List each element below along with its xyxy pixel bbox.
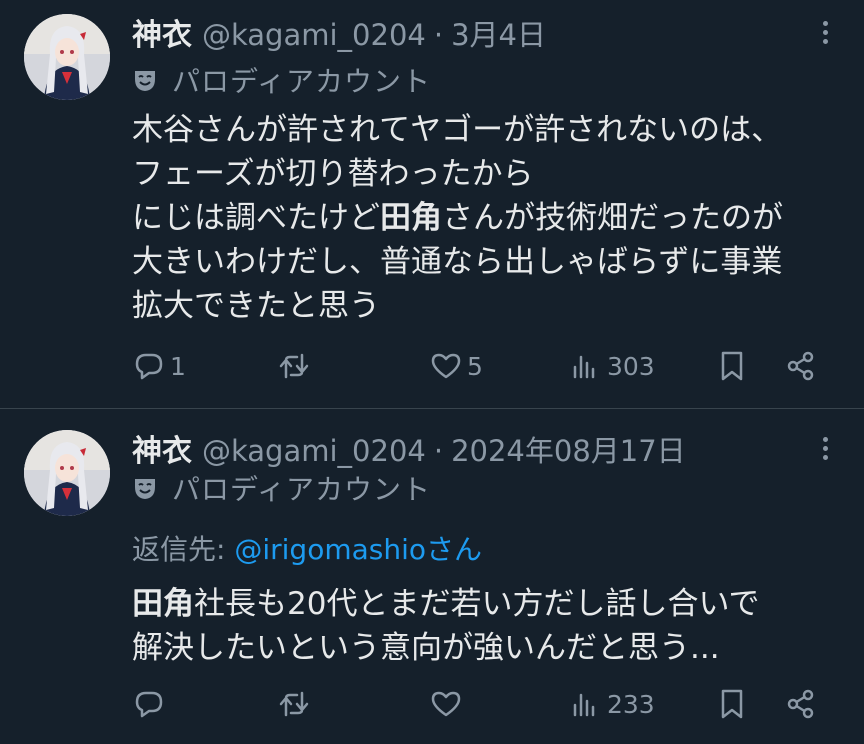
views-icon [573, 693, 595, 717]
share-button[interactable] [784, 684, 818, 724]
tweet[interactable]: 神衣 @kagami_0204 · 3月4日 パロディアカウント 木谷さんが許さ… [0, 0, 864, 408]
like-button[interactable]: 5 [429, 346, 483, 386]
reply-button[interactable] [132, 684, 170, 724]
retweet-icon [279, 691, 309, 717]
tweet-text-line: にじは調べたけど田角さんが技術畑だったのが [132, 196, 847, 240]
parody-mask-icon [135, 479, 155, 499]
tweet-text: 木谷さんが許されてヤゴーが許されないのは、 フェーズが切り替わったから にじは調べた… [132, 108, 847, 328]
reply-icon [135, 353, 163, 380]
views-button[interactable]: 303 [569, 346, 655, 386]
text-segment: 木谷さんが許されてヤゴーが許されないのは、 [132, 112, 783, 148]
mention-suffix[interactable]: さん [426, 533, 482, 566]
heart-icon [431, 691, 461, 717]
tweet[interactable]: 神衣 @kagami_0204 · 2024年08月17日 パロディアカウント … [0, 410, 864, 744]
reply-prefix: 返信先: [132, 533, 235, 566]
views-icon [573, 355, 595, 379]
bold-text: 田角 [132, 586, 194, 622]
text-segment: 解決したいという意向が強いんだと思う... [132, 630, 720, 666]
bookmark-icon [721, 689, 743, 719]
tweet-text-line: 解決したいという意向が強いんだと思う... [132, 626, 847, 670]
share-icon [787, 351, 814, 381]
display-name[interactable]: 神衣 [132, 10, 192, 54]
parody-mask-icon [135, 71, 155, 91]
text-segment: さんが技術畑だったのが [442, 200, 783, 236]
tweet-text-line: フェーズが切り替わったから [132, 152, 847, 196]
text-segment: フェーズが切り替わったから [132, 156, 534, 192]
user-handle[interactable]: @kagami_0204 [202, 434, 426, 468]
bookmark-icon [721, 351, 743, 381]
retweet-button[interactable] [277, 684, 315, 724]
views-button[interactable]: 233 [569, 684, 655, 724]
text-segment: にじは調べたけど [132, 200, 380, 236]
divider [0, 408, 864, 409]
tweet-date[interactable]: 2024年08月17日 [451, 428, 686, 470]
parody-text: パロディアカウント [172, 473, 432, 506]
parody-label: パロディアカウント [132, 468, 431, 508]
text-segment: 大きいわけだし、普通なら出しゃばらずに事業 [132, 244, 783, 280]
like-count: 5 [467, 351, 483, 381]
share-button[interactable] [784, 346, 818, 386]
separator-dot: · [433, 434, 444, 468]
views-count: 233 [607, 689, 655, 719]
reply-button[interactable]: 1 [132, 346, 186, 386]
more-icon[interactable] [820, 434, 830, 464]
tweet-text-line: 拡大できたと思う [132, 284, 847, 328]
parody-label: パロディアカウント [132, 60, 431, 100]
heart-icon [431, 353, 461, 379]
views-count: 303 [607, 351, 655, 381]
mention-link[interactable]: @irigomashio [234, 533, 426, 566]
display-name[interactable]: 神衣 [132, 426, 192, 470]
tweet-text-line: 大きいわけだし、普通なら出しゃばらずに事業 [132, 240, 847, 284]
bookmark-button[interactable] [715, 684, 749, 724]
reply-icon [135, 691, 163, 718]
tweet-text-line: 田角社長も20代とまだ若い方だし話し合いで [132, 582, 847, 626]
text-segment: 拡大できたと思う [132, 288, 380, 324]
action-bar: 1 5 303 [132, 346, 832, 386]
retweet-icon [279, 353, 309, 379]
user-handle[interactable]: @kagami_0204 [202, 18, 426, 52]
reply-count: 1 [170, 351, 186, 381]
more-icon[interactable] [820, 18, 830, 48]
tweet-date[interactable]: 3月4日 [451, 12, 546, 54]
reply-to: 返信先: @irigomashioさん [132, 528, 482, 568]
tweet-text: 田角社長も20代とまだ若い方だし話し合いで解決したいという意向が強いんだと思う.… [132, 582, 847, 670]
separator-dot: · [433, 18, 444, 52]
like-button[interactable] [429, 684, 467, 724]
retweet-button[interactable] [277, 346, 315, 386]
parody-text: パロディアカウント [172, 65, 432, 98]
action-bar: 233 [132, 684, 832, 724]
share-icon [787, 689, 814, 719]
bookmark-button[interactable] [715, 346, 749, 386]
text-segment: 社長も20代とまだ若い方だし話し合いで [194, 586, 760, 622]
avatar[interactable] [24, 430, 110, 516]
avatar[interactable] [24, 14, 110, 100]
bold-text: 田角 [380, 200, 442, 236]
tweet-text-line: 木谷さんが許されてヤゴーが許されないのは、 [132, 108, 847, 152]
